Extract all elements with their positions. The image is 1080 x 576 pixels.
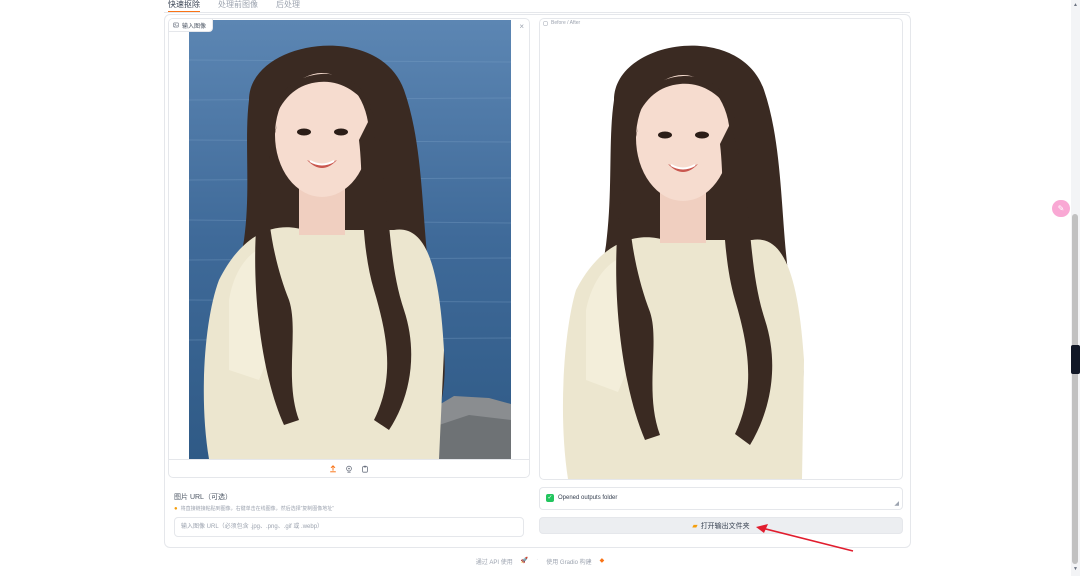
gradio-link[interactable]: 使用 Gradio 构建 [546, 557, 591, 566]
output-image-label: Before / After [543, 20, 580, 26]
tab-divider [164, 12, 910, 13]
checkbox-checked-icon: ✓ [546, 494, 554, 502]
status-text: Opened outputs folder [558, 495, 618, 501]
image-icon [543, 21, 548, 25]
webcam-icon[interactable] [344, 464, 354, 474]
status-box: ✓ Opened outputs folder ◢ [539, 487, 903, 510]
upload-icon[interactable] [328, 464, 338, 474]
footer-separator: · [536, 557, 539, 563]
api-link[interactable]: 通过 API 使用 [476, 557, 513, 566]
url-section: 图片 URL（可选） ● 将直接链接粘贴到图像，右键单击在线图像，然后选择“复制… [168, 487, 530, 541]
output-image-label-text: Before / After [551, 20, 581, 26]
side-panel-tab[interactable] [1071, 345, 1080, 374]
tab-preprocess[interactable]: 处理前图像 [218, 0, 258, 12]
image-url-input[interactable] [174, 517, 524, 537]
lightbulb-icon: ● [174, 505, 178, 512]
input-photo-illustration [189, 20, 511, 459]
output-image-block: Before / After [539, 18, 903, 480]
status-row: ✓ Opened outputs folder [546, 494, 617, 502]
input-image-block[interactable]: 输入图像 × [168, 18, 530, 478]
scroll-down-arrow-icon[interactable]: ▼ [1072, 566, 1079, 572]
open-output-folder-button[interactable]: ▰ 打开输出文件夹 [539, 517, 903, 534]
scroll-up-arrow-icon[interactable]: ▲ [1072, 2, 1079, 8]
tab-quick-remove[interactable]: 快速抠除 [168, 0, 200, 12]
resize-handle-icon[interactable]: ◢ [894, 500, 899, 507]
open-output-folder-label: 打开输出文件夹 [700, 522, 750, 530]
footer: 通过 API 使用 🚀 · 使用 Gradio 构建 ◆ [0, 557, 1080, 566]
gradio-logo-icon: ◆ [599, 558, 605, 564]
clear-image-icon[interactable]: × [519, 22, 524, 31]
url-title: 图片 URL（可选） [174, 494, 232, 501]
input-photo [189, 20, 511, 459]
scrollbar-thumb[interactable] [1072, 214, 1078, 564]
input-image-label-text: 输入图像 [182, 23, 207, 30]
image-icon [173, 22, 179, 28]
clipboard-icon[interactable] [360, 464, 370, 474]
floating-assistant-icon[interactable]: ✎ [1052, 200, 1070, 217]
output-photo-illustration [552, 20, 852, 479]
folder-icon: ▰ [692, 522, 698, 530]
tab-bar: 快速抠除 处理前图像 后处理 [168, 0, 300, 12]
tab-postprocess[interactable]: 后处理 [276, 0, 300, 12]
rocket-icon: 🚀 [520, 558, 529, 564]
input-image-label: 输入图像 [169, 19, 214, 32]
image-toolbar [169, 459, 529, 477]
url-hint-text: 将直接链接粘贴到图像，右键单击在线图像，然后选择“复制图像地址” [180, 506, 334, 512]
url-hint: ● 将直接链接粘贴到图像，右键单击在线图像，然后选择“复制图像地址” [174, 505, 530, 513]
app-page: 快速抠除 处理前图像 后处理 输入图像 × 图片 URL（可选） ● 将直接链接… [0, 0, 1080, 576]
output-photo [552, 20, 852, 479]
